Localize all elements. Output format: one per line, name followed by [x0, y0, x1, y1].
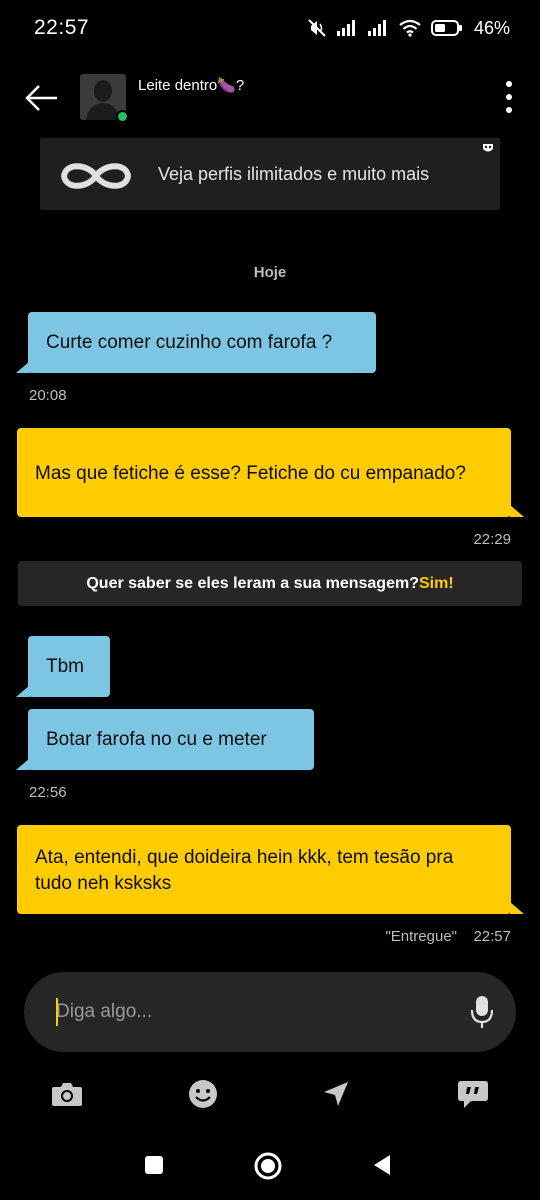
- battery-percent: 46%: [473, 17, 510, 38]
- message-timestamp: 22:29: [473, 531, 511, 548]
- message-text: Ata, entendi, que doideira hein kkk, tem…: [35, 846, 454, 894]
- message-timestamp: 20:08: [29, 387, 67, 404]
- message-bubble-outgoing[interactable]: Mas que fetiche é esse? Fetiche do cu em…: [17, 428, 511, 517]
- message-text: Botar farofa no cu e meter: [46, 728, 267, 750]
- message-composer: [24, 972, 516, 1052]
- location-button[interactable]: [316, 1074, 356, 1114]
- emoji-icon: [189, 1080, 217, 1108]
- delivery-status: "Entregue": [385, 928, 457, 945]
- read-receipt-cta[interactable]: Sim!: [419, 575, 454, 592]
- bubble-tail: [16, 685, 30, 697]
- message-text: Tbm: [46, 655, 84, 677]
- mute-icon: [308, 19, 326, 37]
- back-button[interactable]: [370, 1150, 394, 1180]
- bubble-tail: [510, 902, 524, 914]
- message-text: Mas que fetiche é esse? Fetiche do cu em…: [35, 462, 466, 484]
- camera-icon: [52, 1083, 82, 1106]
- grindr-mask-icon: [483, 144, 493, 152]
- square-icon: [145, 1156, 163, 1174]
- wifi-icon: [399, 19, 421, 37]
- system-nav-bar: [0, 1146, 540, 1186]
- location-icon: [324, 1082, 348, 1106]
- message-timestamp: 22:57: [473, 928, 511, 945]
- back-arrow-icon[interactable]: [24, 84, 60, 112]
- infinity-icon: [60, 163, 132, 189]
- message-text: Curte comer cuzinho com farofa ?: [46, 331, 333, 353]
- camera-button[interactable]: [47, 1074, 87, 1114]
- quick-reply-icon: [458, 1081, 488, 1108]
- status-bar: 22:57 46%: [0, 0, 540, 56]
- status-icons: 46%: [307, 18, 510, 39]
- online-status-dot: [116, 110, 129, 123]
- home-button[interactable]: [252, 1150, 284, 1182]
- text-caret: [56, 998, 58, 1026]
- promo-text: Veja perfis ilimitados e muito mais: [158, 164, 430, 184]
- signal-icon: [336, 20, 355, 36]
- battery-icon: [430, 20, 462, 36]
- chat-header: Leite dentro🍆?: [0, 70, 540, 126]
- emoji-button[interactable]: [183, 1074, 223, 1114]
- composer-toolbar: [0, 1074, 540, 1114]
- unlimited-promo-banner[interactable]: Veja perfis ilimitados e muito mais: [40, 138, 500, 210]
- contact-name[interactable]: Leite dentro🍆?: [138, 76, 244, 94]
- signal-2-icon: [367, 20, 386, 36]
- status-time: 22:57: [34, 16, 90, 39]
- microphone-icon[interactable]: [470, 994, 494, 1030]
- home-circle-icon: [254, 1152, 282, 1180]
- message-timestamp: 22:56: [29, 784, 67, 801]
- message-input[interactable]: [56, 994, 436, 1030]
- more-options-icon[interactable]: [504, 80, 514, 114]
- read-receipt-question: Quer saber se eles leram a sua mensagem?: [86, 575, 419, 592]
- message-bubble-incoming[interactable]: Curte comer cuzinho com farofa ?: [28, 312, 376, 373]
- bubble-tail: [510, 505, 524, 517]
- message-bubble-outgoing[interactable]: Ata, entendi, que doideira hein kkk, tem…: [17, 825, 511, 914]
- day-separator: Hoje: [253, 264, 287, 281]
- bubble-tail: [16, 758, 30, 770]
- quick-reply-button[interactable]: [453, 1074, 493, 1114]
- read-receipt-upsell[interactable]: Quer saber se eles leram a sua mensagem?…: [18, 561, 522, 606]
- recents-button[interactable]: [142, 1150, 166, 1180]
- message-bubble-incoming[interactable]: Tbm: [28, 636, 110, 697]
- bubble-tail: [16, 361, 30, 373]
- back-triangle-icon: [374, 1155, 390, 1175]
- message-bubble-incoming[interactable]: Botar farofa no cu e meter: [28, 709, 314, 770]
